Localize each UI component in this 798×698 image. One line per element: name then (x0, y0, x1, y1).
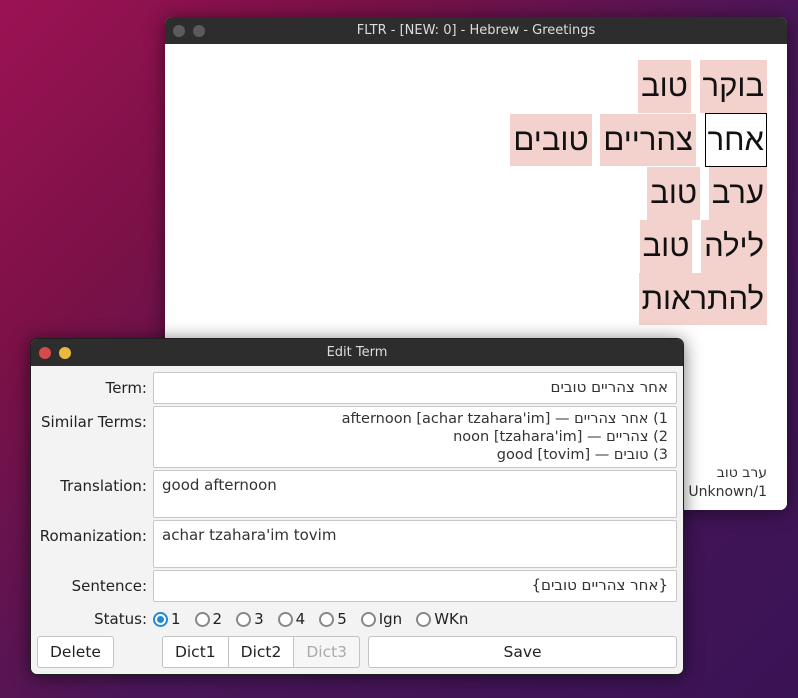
radio-dot-icon (361, 612, 376, 627)
reader-word[interactable]: בוקר (700, 60, 767, 113)
dict1-button[interactable]: Dict1 (162, 636, 229, 668)
term-label: Term: (37, 372, 153, 397)
edit-term-dialog: Edit Term Term: אחר צהריים טובים Similar… (30, 338, 684, 675)
status-radio-3[interactable]: 3 (236, 610, 264, 628)
reader-word[interactable]: טוב (638, 60, 691, 113)
dialog-window-controls (39, 339, 71, 366)
dict3-button: Dict3 (293, 636, 360, 668)
status-radio-label: Ign (379, 610, 402, 628)
romanization-label: Romanization: (37, 520, 153, 545)
radio-dot-icon (278, 612, 293, 627)
reader-line: ערב טוב (185, 167, 767, 220)
delete-button[interactable]: Delete (37, 636, 114, 668)
similar-term-line: 2) צהריים — noon [tzahara'im] (162, 428, 668, 446)
reader-text-area[interactable]: בוקר טובאחר צהריים טוביםערב טובלילה טובל… (185, 60, 767, 325)
romanization-field[interactable]: achar tzahara'im tovim (153, 520, 677, 568)
status-radio-label: 2 (213, 610, 223, 628)
status-radio-5[interactable]: 5 (319, 610, 347, 628)
dialog-close-dot[interactable] (39, 347, 51, 359)
reader-line: בוקר טוב (185, 60, 767, 113)
status-radio-label: 1 (171, 610, 181, 628)
status-radio-2[interactable]: 2 (195, 610, 223, 628)
translation-field[interactable]: good afternoon (153, 470, 677, 518)
status-label: Status: (37, 610, 153, 628)
sentence-field[interactable]: {אחר צהריים טובים} (153, 570, 677, 602)
radio-dot-icon (195, 612, 210, 627)
radio-dot-icon (153, 612, 168, 627)
reader-word[interactable]: צהריים (600, 114, 696, 167)
window-close-dot[interactable] (173, 25, 185, 37)
translation-label: Translation: (37, 470, 153, 495)
reader-word[interactable]: לילה (701, 220, 767, 273)
sentence-label: Sentence: (37, 570, 153, 595)
status-radio-label: 5 (337, 610, 347, 628)
reader-word[interactable]: טוב (647, 167, 700, 220)
status-radio-1[interactable]: 1 (153, 610, 181, 628)
reader-word[interactable]: טוב (640, 220, 693, 273)
window-controls (173, 17, 205, 44)
reader-word[interactable]: טובים (510, 114, 591, 167)
save-button[interactable]: Save (368, 636, 677, 668)
reader-title: FLTR - [NEW: 0] - Hebrew - Greetings (357, 23, 596, 38)
similar-term-line: 3) טובים — good [tovim] (162, 446, 668, 464)
similar-terms-box: 1) אחר צהריים — afternoon [achar tzahara… (153, 406, 677, 468)
edit-title: Edit Term (327, 345, 388, 360)
reader-word[interactable]: ערב (709, 167, 767, 220)
dialog-min-dot[interactable] (59, 347, 71, 359)
status-radio-label: 4 (296, 610, 306, 628)
reader-titlebar: FLTR - [NEW: 0] - Hebrew - Greetings (165, 17, 787, 44)
radio-dot-icon (236, 612, 251, 627)
edit-body: Term: אחר צהריים טובים Similar Terms: 1)… (31, 366, 683, 674)
window-min-dot[interactable] (193, 25, 205, 37)
status-radio-wkn[interactable]: WKn (416, 610, 468, 628)
similar-term-line: 1) אחר צהריים — afternoon [achar tzahara… (162, 410, 668, 428)
reader-line: להתראות (185, 273, 767, 326)
status-radio-label: WKn (434, 610, 468, 628)
reader-line: אחר צהריים טובים (185, 113, 767, 168)
reader-word[interactable]: אחר (705, 113, 767, 168)
status-radio-label: 3 (254, 610, 264, 628)
status-radio-4[interactable]: 4 (278, 610, 306, 628)
reader-line: לילה טוב (185, 220, 767, 273)
radio-dot-icon (416, 612, 431, 627)
term-field[interactable]: אחר צהריים טובים (153, 372, 677, 404)
status-options: 1 2 3 4 5 Ign WKn (153, 610, 468, 628)
dict2-button[interactable]: Dict2 (228, 636, 295, 668)
radio-dot-icon (319, 612, 334, 627)
similar-label: Similar Terms: (37, 406, 153, 431)
status-radio-ign[interactable]: Ign (361, 610, 402, 628)
edit-titlebar: Edit Term (31, 339, 683, 366)
reader-word[interactable]: להתראות (639, 273, 767, 326)
